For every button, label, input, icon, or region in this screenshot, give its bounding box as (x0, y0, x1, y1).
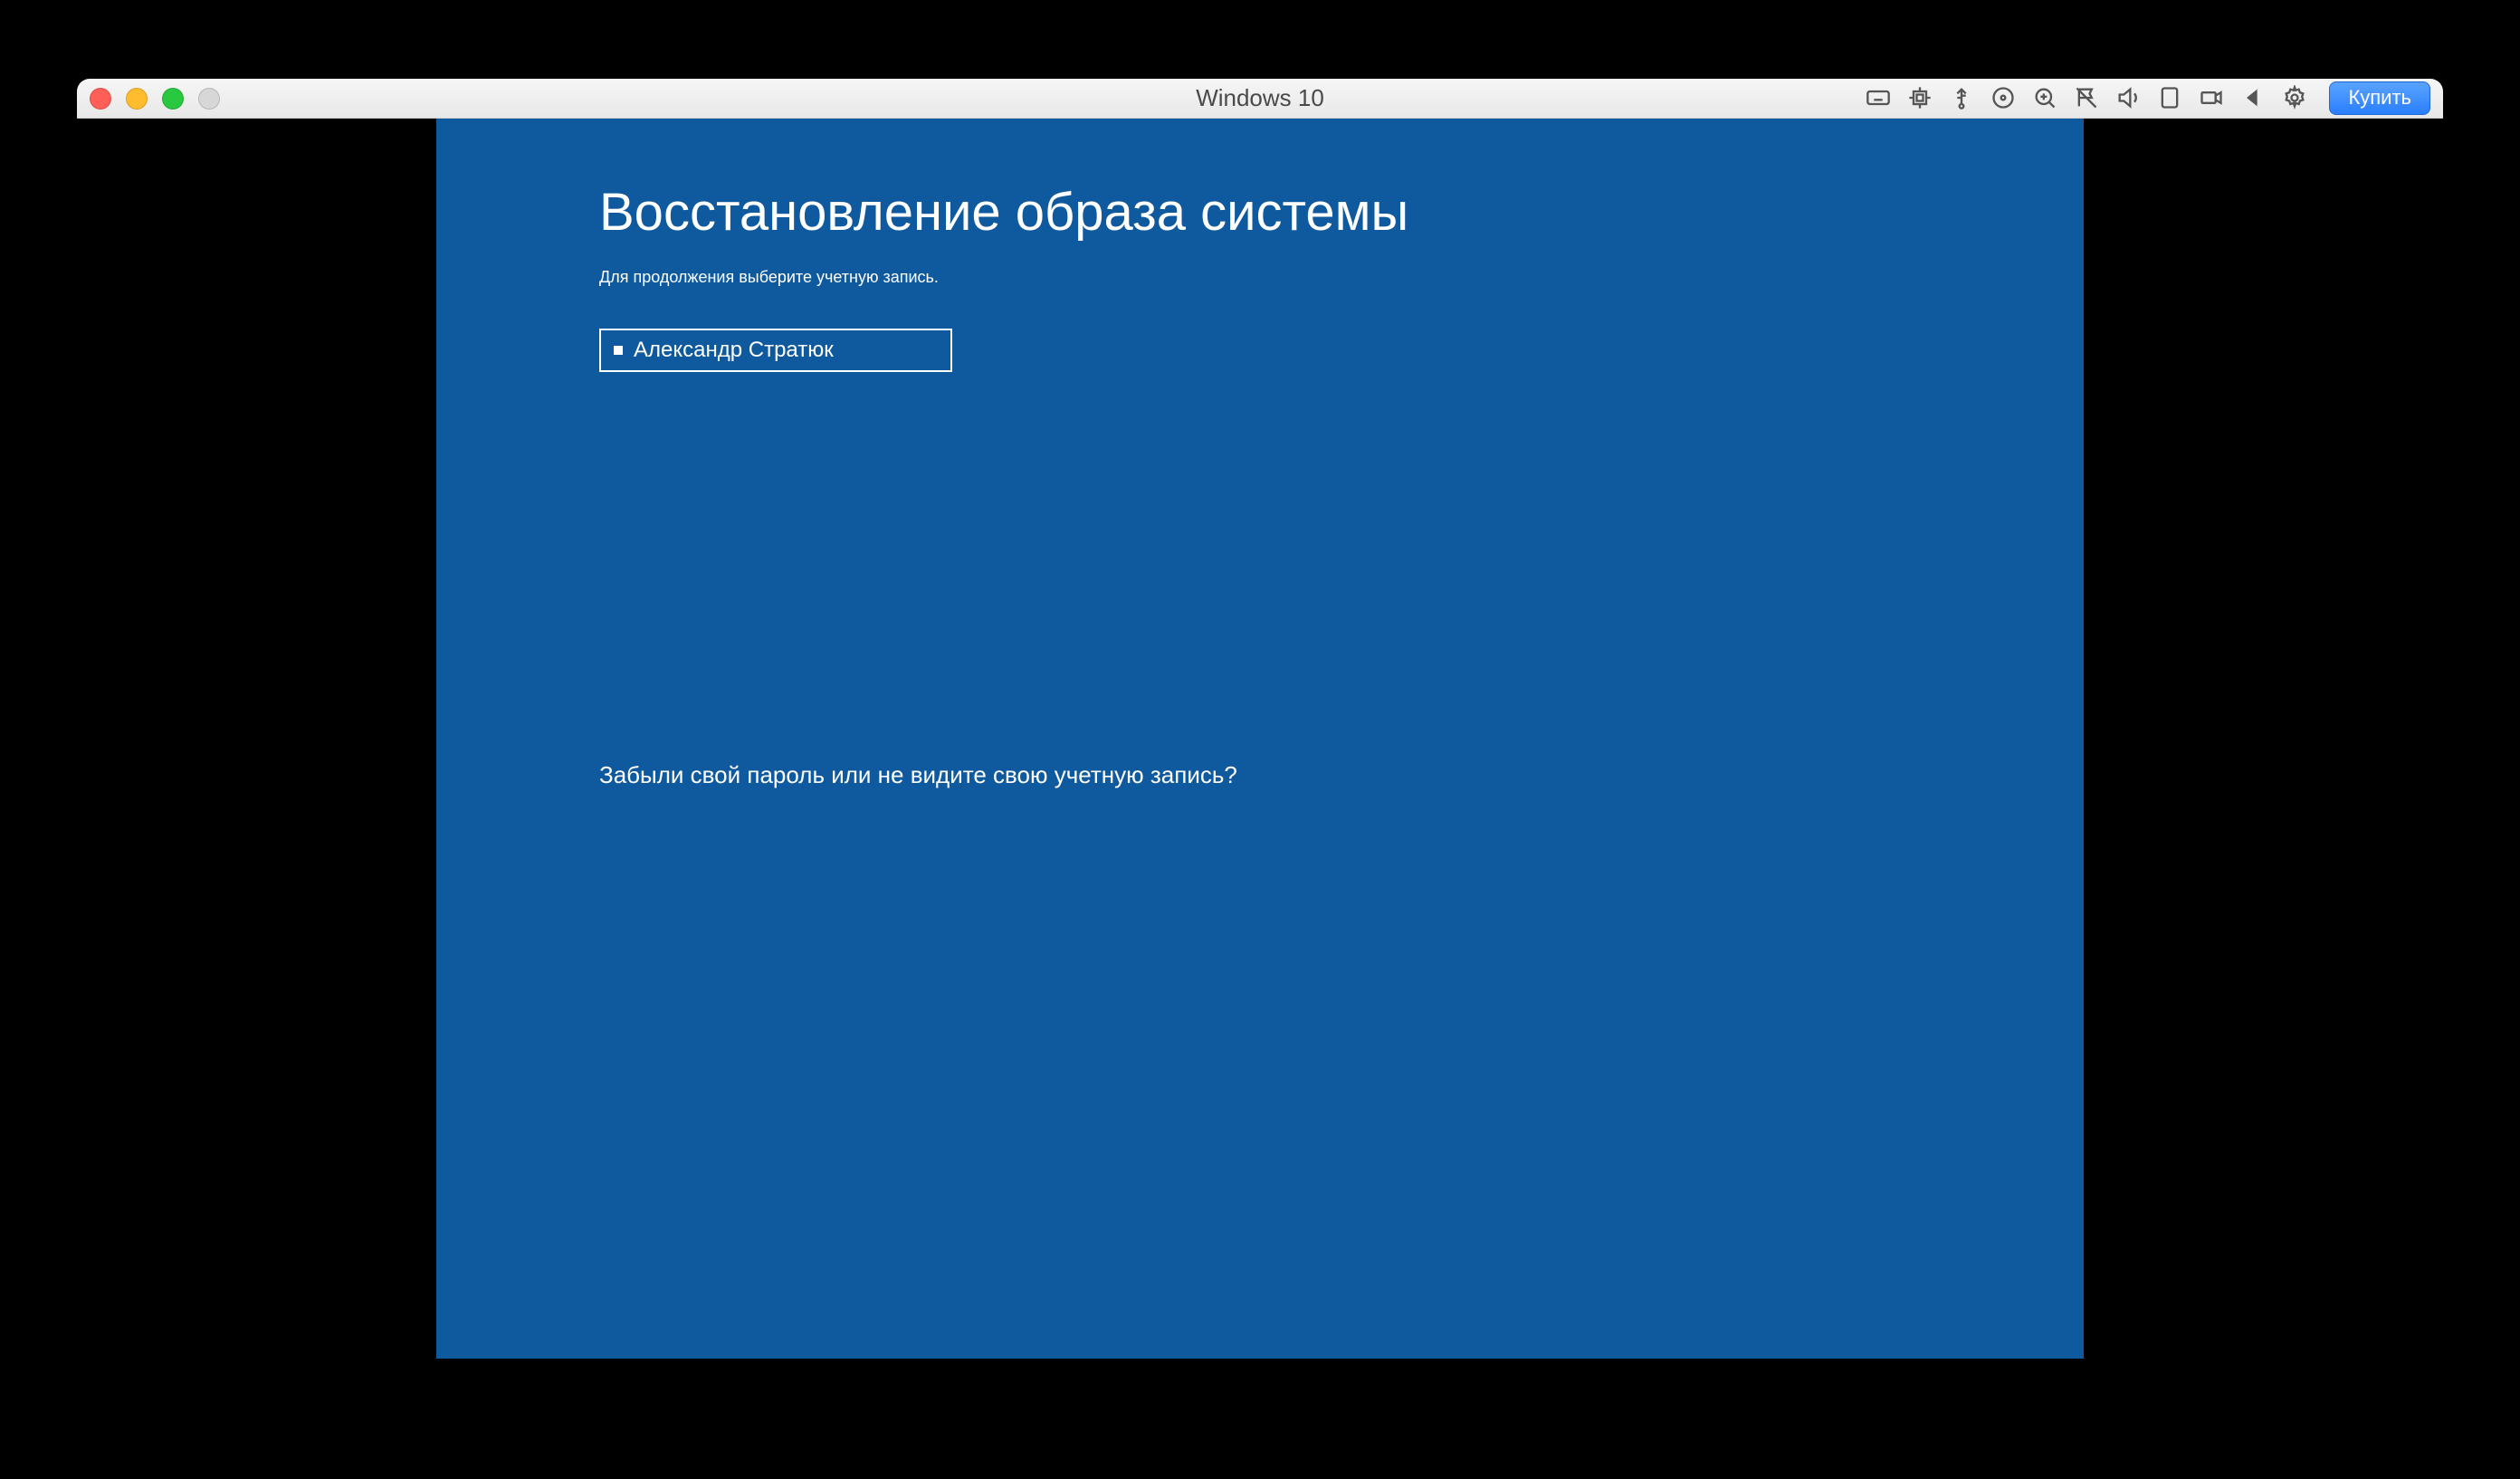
sound-icon[interactable] (2115, 85, 2141, 110)
buy-button[interactable]: Купить (2329, 81, 2430, 114)
camera-icon[interactable] (2199, 85, 2224, 110)
disabled-window-dot (198, 88, 220, 110)
maximize-window-button[interactable] (162, 88, 184, 110)
vm-display: Восстановление образа системы Для продол… (77, 119, 2443, 1400)
recovery-screen: Восстановление образа системы Для продол… (436, 119, 2084, 1359)
keyboard-icon[interactable] (1866, 85, 1891, 110)
account-item[interactable]: Александр Стратюк (599, 329, 952, 372)
tablet-icon[interactable] (2157, 85, 2182, 110)
recovery-title: Восстановление образа системы (599, 182, 1921, 243)
forgot-password-link[interactable]: Забыли свой пароль или не видите свою уч… (599, 761, 1921, 789)
close-window-button[interactable] (90, 88, 111, 110)
cd-icon[interactable] (1990, 85, 2016, 110)
account-label: Александр Стратюк (634, 338, 834, 363)
magnify-icon[interactable] (2032, 85, 2057, 110)
cpu-icon[interactable] (1907, 85, 1933, 110)
flag-off-icon[interactable] (2074, 85, 2099, 110)
window-title: Windows 10 (1196, 84, 1324, 112)
vm-window: Windows 10 (77, 79, 2443, 1400)
window-controls (90, 88, 220, 110)
recovery-subtitle: Для продолжения выберите учетную запись. (599, 268, 1921, 287)
usb-icon[interactable] (1949, 85, 1974, 110)
vm-toolbar: Купить (1866, 81, 2430, 114)
gear-icon[interactable] (2282, 85, 2307, 110)
minimize-window-button[interactable] (126, 88, 148, 110)
account-bullet-icon (614, 346, 623, 355)
titlebar: Windows 10 (77, 79, 2443, 119)
back-arrow-icon[interactable] (2240, 85, 2266, 110)
